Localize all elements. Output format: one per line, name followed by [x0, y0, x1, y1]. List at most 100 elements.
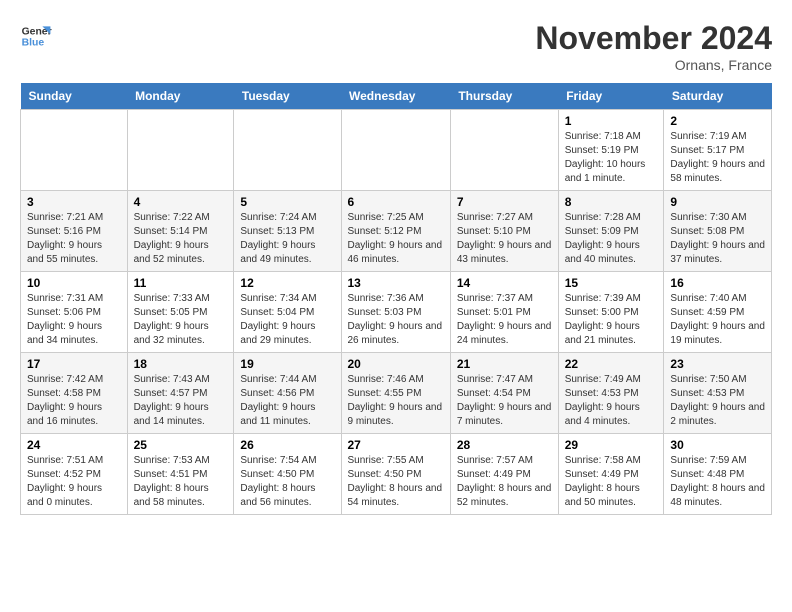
day-cell: 19 Sunrise: 7:44 AM Sunset: 4:56 PM Dayli…	[234, 353, 341, 434]
day-cell: 9 Sunrise: 7:30 AM Sunset: 5:08 PM Daylig…	[664, 191, 772, 272]
day-info: Sunrise: 7:24 AM Sunset: 5:13 PM Dayligh…	[240, 211, 334, 267]
day-info: Sunrise: 7:28 AM Sunset: 5:09 PM Dayligh…	[565, 211, 658, 267]
day-info: Sunrise: 7:54 AM Sunset: 4:50 PM Dayligh…	[240, 454, 334, 510]
day-cell: 17 Sunrise: 7:42 AM Sunset: 4:58 PM Dayli…	[21, 353, 128, 434]
day-number: 17	[27, 357, 121, 371]
day-info: Sunrise: 7:47 AM Sunset: 4:54 PM Dayligh…	[457, 373, 552, 429]
calendar-table: SundayMondayTuesdayWednesdayThursdayFrid…	[20, 83, 772, 515]
day-number: 28	[457, 438, 552, 452]
day-cell: 4 Sunrise: 7:22 AM Sunset: 5:14 PM Daylig…	[127, 191, 234, 272]
day-number: 14	[457, 276, 552, 290]
day-info: Sunrise: 7:51 AM Sunset: 4:52 PM Dayligh…	[27, 454, 121, 510]
week-row-1: 1 Sunrise: 7:18 AM Sunset: 5:19 PM Daylig…	[21, 110, 772, 191]
column-header-saturday: Saturday	[664, 83, 772, 110]
svg-text:Blue: Blue	[22, 38, 45, 49]
day-info: Sunrise: 7:31 AM Sunset: 5:06 PM Dayligh…	[27, 292, 121, 348]
column-header-thursday: Thursday	[450, 83, 558, 110]
week-row-4: 17 Sunrise: 7:42 AM Sunset: 4:58 PM Dayli…	[21, 353, 772, 434]
day-number: 29	[565, 438, 658, 452]
column-header-friday: Friday	[558, 83, 664, 110]
day-info: Sunrise: 7:44 AM Sunset: 4:56 PM Dayligh…	[240, 373, 334, 429]
day-cell: 12 Sunrise: 7:34 AM Sunset: 5:04 PM Dayli…	[234, 272, 341, 353]
day-cell	[341, 110, 450, 191]
day-info: Sunrise: 7:18 AM Sunset: 5:19 PM Dayligh…	[565, 130, 658, 186]
day-cell: 27 Sunrise: 7:55 AM Sunset: 4:50 PM Dayli…	[341, 434, 450, 515]
column-header-tuesday: Tuesday	[234, 83, 341, 110]
month-title: November 2024	[535, 20, 772, 57]
day-number: 18	[134, 357, 228, 371]
day-cell: 20 Sunrise: 7:46 AM Sunset: 4:55 PM Dayli…	[341, 353, 450, 434]
day-number: 22	[565, 357, 658, 371]
day-cell: 24 Sunrise: 7:51 AM Sunset: 4:52 PM Dayli…	[21, 434, 128, 515]
day-number: 10	[27, 276, 121, 290]
day-number: 13	[348, 276, 444, 290]
day-number: 4	[134, 195, 228, 209]
day-number: 27	[348, 438, 444, 452]
day-info: Sunrise: 7:57 AM Sunset: 4:49 PM Dayligh…	[457, 454, 552, 510]
day-number: 7	[457, 195, 552, 209]
day-number: 11	[134, 276, 228, 290]
day-cell: 7 Sunrise: 7:27 AM Sunset: 5:10 PM Daylig…	[450, 191, 558, 272]
day-cell: 26Sunrise: 7:54 AM Sunset: 4:50 PM Dayli…	[234, 434, 341, 515]
day-number: 9	[670, 195, 765, 209]
day-number: 24	[27, 438, 121, 452]
day-info: Sunrise: 7:37 AM Sunset: 5:01 PM Dayligh…	[457, 292, 552, 348]
day-cell: 28 Sunrise: 7:57 AM Sunset: 4:49 PM Dayli…	[450, 434, 558, 515]
day-info: Sunrise: 7:22 AM Sunset: 5:14 PM Dayligh…	[134, 211, 228, 267]
day-number: 12	[240, 276, 334, 290]
day-number: 19	[240, 357, 334, 371]
title-block: November 2024 Ornans, France	[535, 20, 772, 73]
day-info: Sunrise: 7:49 AM Sunset: 4:53 PM Dayligh…	[565, 373, 658, 429]
day-cell	[21, 110, 128, 191]
day-cell: 25Sunrise: 7:53 AM Sunset: 4:51 PM Dayli…	[127, 434, 234, 515]
day-cell: 15Sunrise: 7:39 AM Sunset: 5:00 PM Dayli…	[558, 272, 664, 353]
day-cell: 30Sunrise: 7:59 AM Sunset: 4:48 PM Dayli…	[664, 434, 772, 515]
day-info: Sunrise: 7:55 AM Sunset: 4:50 PM Dayligh…	[348, 454, 444, 510]
day-info: Sunrise: 7:50 AM Sunset: 4:53 PM Dayligh…	[670, 373, 765, 429]
day-cell: 6Sunrise: 7:25 AM Sunset: 5:12 PM Daylig…	[341, 191, 450, 272]
column-header-sunday: Sunday	[21, 83, 128, 110]
day-number: 23	[670, 357, 765, 371]
week-row-3: 10 Sunrise: 7:31 AM Sunset: 5:06 PM Dayli…	[21, 272, 772, 353]
location: Ornans, France	[535, 57, 772, 73]
day-info: Sunrise: 7:43 AM Sunset: 4:57 PM Dayligh…	[134, 373, 228, 429]
day-cell: 2 Sunrise: 7:19 AM Sunset: 5:17 PM Daylig…	[664, 110, 772, 191]
day-number: 20	[348, 357, 444, 371]
day-info: Sunrise: 7:27 AM Sunset: 5:10 PM Dayligh…	[457, 211, 552, 267]
week-row-5: 24 Sunrise: 7:51 AM Sunset: 4:52 PM Dayli…	[21, 434, 772, 515]
day-number: 25	[134, 438, 228, 452]
day-number: 21	[457, 357, 552, 371]
week-row-2: 3 Sunrise: 7:21 AM Sunset: 5:16 PM Daylig…	[21, 191, 772, 272]
day-info: Sunrise: 7:42 AM Sunset: 4:58 PM Dayligh…	[27, 373, 121, 429]
day-info: Sunrise: 7:39 AM Sunset: 5:00 PM Dayligh…	[565, 292, 658, 348]
day-info: Sunrise: 7:34 AM Sunset: 5:04 PM Dayligh…	[240, 292, 334, 348]
day-number: 5	[240, 195, 334, 209]
day-cell: 13 Sunrise: 7:36 AM Sunset: 5:03 PM Dayli…	[341, 272, 450, 353]
day-number: 1	[565, 114, 658, 128]
day-number: 8	[565, 195, 658, 209]
day-cell	[127, 110, 234, 191]
day-info: Sunrise: 7:40 AM Sunset: 4:59 PM Dayligh…	[670, 292, 765, 348]
logo: General Blue	[20, 20, 52, 52]
day-cell: 5 Sunrise: 7:24 AM Sunset: 5:13 PM Daylig…	[234, 191, 341, 272]
day-cell: 3 Sunrise: 7:21 AM Sunset: 5:16 PM Daylig…	[21, 191, 128, 272]
day-info: Sunrise: 7:30 AM Sunset: 5:08 PM Dayligh…	[670, 211, 765, 267]
day-cell	[234, 110, 341, 191]
day-info: Sunrise: 7:46 AM Sunset: 4:55 PM Dayligh…	[348, 373, 444, 429]
logo-icon: General Blue	[20, 20, 52, 52]
day-number: 6	[348, 195, 444, 209]
day-cell: 29 Sunrise: 7:58 AM Sunset: 4:49 PM Dayli…	[558, 434, 664, 515]
day-info: Sunrise: 7:21 AM Sunset: 5:16 PM Dayligh…	[27, 211, 121, 267]
day-cell: 11Sunrise: 7:33 AM Sunset: 5:05 PM Dayli…	[127, 272, 234, 353]
day-cell: 10 Sunrise: 7:31 AM Sunset: 5:06 PM Dayli…	[21, 272, 128, 353]
day-cell: 21 Sunrise: 7:47 AM Sunset: 4:54 PM Dayli…	[450, 353, 558, 434]
day-cell: 16Sunrise: 7:40 AM Sunset: 4:59 PM Dayli…	[664, 272, 772, 353]
day-info: Sunrise: 7:58 AM Sunset: 4:49 PM Dayligh…	[565, 454, 658, 510]
day-info: Sunrise: 7:59 AM Sunset: 4:48 PM Dayligh…	[670, 454, 765, 510]
column-header-wednesday: Wednesday	[341, 83, 450, 110]
day-cell: 22 Sunrise: 7:49 AM Sunset: 4:53 PM Dayli…	[558, 353, 664, 434]
day-info: Sunrise: 7:19 AM Sunset: 5:17 PM Dayligh…	[670, 130, 765, 186]
day-number: 3	[27, 195, 121, 209]
day-number: 2	[670, 114, 765, 128]
day-info: Sunrise: 7:36 AM Sunset: 5:03 PM Dayligh…	[348, 292, 444, 348]
